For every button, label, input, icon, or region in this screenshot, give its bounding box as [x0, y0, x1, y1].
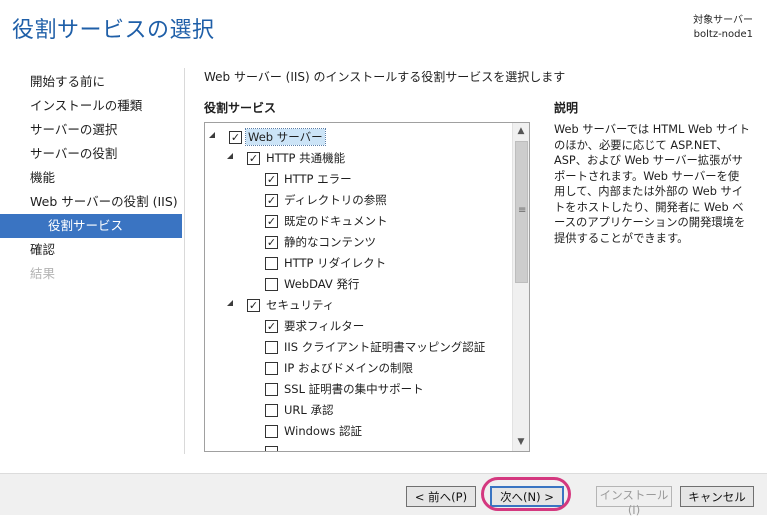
checkbox-checked[interactable]: ✓ — [265, 236, 278, 249]
role-services-tree[interactable]: ✓ Web サーバー ✓ HTTP 共通機能 ✓ HTTP エラー ✓ ディレクトリの参照 ✓ 既… — [204, 122, 530, 452]
tree-row[interactable]: ✓ 要求フィルター — [205, 316, 513, 337]
tree-row-label: IP およびドメインの制限 — [284, 361, 413, 375]
checkbox-unchecked[interactable] — [265, 404, 278, 417]
tree-row[interactable]: IP およびドメインの制限 — [205, 358, 513, 379]
checkbox-checked[interactable]: ✓ — [265, 215, 278, 228]
checkbox-unchecked[interactable] — [265, 278, 278, 291]
nav-item-2[interactable]: サーバーの選択 — [0, 118, 182, 142]
nav-item-7[interactable]: 確認 — [0, 238, 182, 262]
grip-icon: ≡ — [518, 205, 527, 216]
check-mark-icon: ✓ — [266, 173, 277, 186]
tree-row-label: HTTP エラー — [284, 172, 352, 186]
checkbox-unchecked[interactable] — [265, 341, 278, 354]
nav-item-8: 結果 — [30, 266, 56, 281]
tree-row[interactable]: ✓ HTTP 共通機能 — [205, 148, 513, 169]
tree-items: ✓ Web サーバー ✓ HTTP 共通機能 ✓ HTTP エラー ✓ ディレクトリの参照 ✓ 既… — [205, 127, 513, 451]
install-button: インストール(I) — [596, 486, 672, 517]
chevron-up-icon[interactable]: ▲ — [513, 123, 529, 140]
tree-row-label: WebDAV 発行 — [284, 277, 360, 291]
tree-row-label: セキュリティ — [266, 298, 335, 312]
nav-divider — [184, 68, 185, 454]
cancel-button[interactable]: キャンセル — [680, 486, 754, 507]
check-mark-icon: ✓ — [266, 320, 277, 333]
tree-row[interactable]: ✓ ディレクトリの参照 — [205, 190, 513, 211]
check-mark-icon: ✓ — [248, 152, 259, 165]
prev-button[interactable]: < 前へ(P) — [406, 486, 476, 507]
tree-row-label: HTTP 共通機能 — [266, 151, 346, 165]
checkbox-unchecked[interactable] — [265, 446, 278, 451]
check-mark-icon: ✓ — [266, 236, 277, 249]
nav-item-3[interactable]: サーバーの役割 — [0, 142, 182, 166]
nav-item-5[interactable]: Web サーバーの役割 (IIS) — [0, 190, 182, 214]
chevron-down-icon[interactable]: ▼ — [513, 434, 529, 451]
tree-row-label: Web サーバー — [245, 128, 326, 146]
check-mark-icon: ✓ — [248, 299, 259, 312]
check-mark-icon: ✓ — [266, 215, 277, 228]
tree-row[interactable] — [205, 442, 513, 451]
page-title: 役割サービスの選択 — [12, 18, 215, 43]
tree-scrollbar[interactable]: ▲ ≡ ▼ — [512, 123, 529, 451]
checkbox-checked[interactable]: ✓ — [247, 152, 260, 165]
nav-item-6[interactable]: 役割サービス — [0, 214, 182, 238]
checkbox-checked[interactable]: ✓ — [265, 194, 278, 207]
tree-row[interactable]: ✓ 静的なコンテンツ — [205, 232, 513, 253]
tree-row[interactable]: IIS クライアント証明書マッピング認証 — [205, 337, 513, 358]
nav-item-1[interactable]: インストールの種類 — [0, 94, 182, 118]
target-server-name: boltz-node1 — [693, 29, 753, 40]
checkbox-checked[interactable]: ✓ — [265, 173, 278, 186]
tree-row[interactable]: WebDAV 発行 — [205, 274, 513, 295]
scrollbar-thumb[interactable]: ≡ — [515, 141, 528, 283]
tree-row[interactable]: Windows 認証 — [205, 421, 513, 442]
role-services-label: 役割サービス — [204, 101, 277, 115]
tree-row[interactable]: URL 承認 — [205, 400, 513, 421]
checkbox-unchecked[interactable] — [265, 425, 278, 438]
tree-row-label: 静的なコンテンツ — [284, 235, 376, 249]
check-mark-icon: ✓ — [266, 194, 277, 207]
checkbox-unchecked[interactable] — [265, 362, 278, 375]
triangle-expanded-icon[interactable] — [227, 153, 233, 159]
checkbox-checked[interactable]: ✓ — [265, 320, 278, 333]
nav-item-0[interactable]: 開始する前に — [0, 70, 182, 94]
triangle-expanded-icon[interactable] — [227, 300, 233, 306]
tree-row-label: IIS クライアント証明書マッピング認証 — [284, 340, 486, 354]
tree-row-label: 既定のドキュメント — [284, 214, 388, 228]
tree-row-label: URL 承認 — [284, 403, 334, 417]
check-mark-icon: ✓ — [230, 131, 241, 144]
tree-row[interactable]: SSL 証明書の集中サポート — [205, 379, 513, 400]
tree-row[interactable]: HTTP リダイレクト — [205, 253, 513, 274]
intro-text: Web サーバー (IIS) のインストールする役割サービスを選択します — [204, 70, 566, 84]
tree-row[interactable]: ✓ セキュリティ — [205, 295, 513, 316]
checkbox-checked[interactable]: ✓ — [229, 131, 242, 144]
tree-row[interactable]: ✓ 既定のドキュメント — [205, 211, 513, 232]
tree-row[interactable]: ✓ HTTP エラー — [205, 169, 513, 190]
tree-row-label: SSL 証明書の集中サポート — [284, 382, 424, 396]
triangle-expanded-icon[interactable] — [209, 132, 215, 138]
checkbox-checked[interactable]: ✓ — [247, 299, 260, 312]
tree-row-label: HTTP リダイレクト — [284, 256, 387, 270]
tree-row-label: Windows 認証 — [284, 424, 362, 438]
nav-item-4[interactable]: 機能 — [0, 166, 182, 190]
target-server-label: 対象サーバー — [693, 15, 753, 26]
wizard-nav: 開始する前に インストールの種類 サーバーの選択 サーバーの役割 機能 Web サーバーの… — [0, 70, 182, 286]
tree-row-label: ディレクトリの参照 — [284, 193, 387, 207]
checkbox-unchecked[interactable] — [265, 383, 278, 396]
target-server: 対象サーバー boltz-node1 — [693, 14, 753, 42]
tree-row[interactable]: ✓ Web サーバー — [205, 127, 513, 148]
next-button[interactable]: 次へ(N) > — [490, 486, 564, 507]
checkbox-unchecked[interactable] — [265, 257, 278, 270]
description-label: 説明 — [554, 101, 579, 115]
description-text: Web サーバーでは HTML Web サイトのほか、必要に応じて ASP.NE… — [554, 123, 750, 245]
tree-row-label: 要求フィルター — [284, 319, 365, 333]
